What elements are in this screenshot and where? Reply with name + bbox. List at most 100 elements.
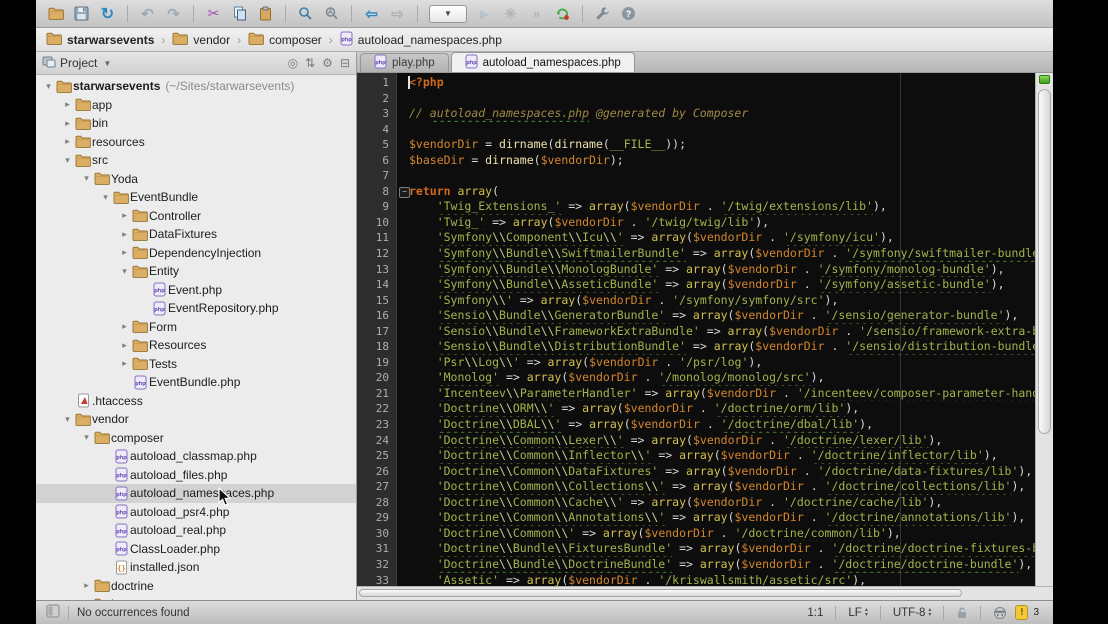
undo-button[interactable]: ↶ bbox=[136, 3, 159, 25]
project-panel-title[interactable]: Project bbox=[60, 56, 97, 70]
inspection-status-indicator[interactable] bbox=[1039, 75, 1050, 84]
collapse-all-icon[interactable]: ⊟ bbox=[340, 56, 350, 70]
tree-row[interactable]: ▸ DependencyInjection bbox=[36, 244, 356, 263]
lock-icon[interactable] bbox=[952, 606, 972, 619]
locate-icon[interactable]: ◎ bbox=[288, 56, 298, 70]
tree-row[interactable]: ▸ doctrine bbox=[36, 577, 356, 596]
editor-tab[interactable]: php autoload_namespaces.php bbox=[450, 52, 635, 72]
tree-row[interactable]: ▸ app bbox=[36, 96, 356, 115]
line-number: 25 bbox=[375, 449, 389, 463]
tree-row[interactable]: ▸ Tests bbox=[36, 355, 356, 374]
tree-arrow-expanded[interactable]: ▾ bbox=[99, 192, 112, 203]
tree-row[interactable]: php autoload_psr4.php bbox=[36, 503, 356, 522]
breadcrumb-item[interactable]: composer bbox=[248, 32, 322, 48]
tree-row[interactable]: ▾ EventBundle bbox=[36, 188, 356, 207]
forward-button[interactable]: ⇨ bbox=[386, 3, 409, 25]
tree-row[interactable]: ▾ Yoda bbox=[36, 170, 356, 189]
scroll-from-source-icon[interactable]: ⇅ bbox=[305, 56, 315, 70]
tree-row[interactable]: ▸ Resources bbox=[36, 336, 356, 355]
vertical-scrollbar-thumb[interactable] bbox=[1038, 89, 1051, 434]
tree-row[interactable]: ▸ Form bbox=[36, 318, 356, 337]
tree-arrow-collapsed[interactable]: ▸ bbox=[118, 340, 131, 351]
tree-row[interactable]: ▾ composer bbox=[36, 429, 356, 448]
inspector-icon[interactable] bbox=[989, 606, 1011, 620]
tree-row[interactable]: php EventBundle.php bbox=[36, 373, 356, 392]
horizontal-scrollbar[interactable] bbox=[357, 586, 1053, 600]
tree-row[interactable]: php autoload_real.php bbox=[36, 521, 356, 540]
tree-row[interactable]: php ClassLoader.php bbox=[36, 540, 356, 559]
tree-row[interactable]: .htaccess bbox=[36, 392, 356, 411]
forward-icon: ⇨ bbox=[391, 5, 404, 23]
tree-arrow-collapsed[interactable]: ▸ bbox=[80, 580, 93, 591]
tree-arrow-collapsed[interactable]: ▸ bbox=[118, 229, 131, 240]
encoding-selector[interactable]: UTF-8 ▴ ▾ bbox=[889, 607, 936, 619]
editor-tab[interactable]: php play.php bbox=[360, 53, 449, 72]
tree-row[interactable]: ▾ src bbox=[36, 151, 356, 170]
update-project-button[interactable] bbox=[551, 3, 574, 25]
vertical-scrollbar[interactable] bbox=[1035, 73, 1053, 587]
tree-arrow-collapsed[interactable]: ▸ bbox=[61, 136, 74, 147]
tree-item-label: app bbox=[92, 97, 113, 112]
run-config-combo[interactable]: ▼ bbox=[429, 4, 467, 23]
run-coverage-button[interactable] bbox=[499, 3, 522, 25]
find-usages-button[interactable] bbox=[320, 3, 343, 25]
chevron-down-icon[interactable]: ▼ bbox=[103, 59, 111, 68]
find-button[interactable] bbox=[294, 3, 317, 25]
breadcrumb-item[interactable]: php autoload_namespaces.php bbox=[340, 31, 502, 49]
tree-row[interactable]: {} installed.json bbox=[36, 558, 356, 577]
status-bar: No occurrences found 1:1 LF ▴ ▾ UTF-8 ▴ ▾! 3 bbox=[36, 600, 1053, 624]
tree-item-label: ClassLoader.php bbox=[130, 541, 221, 556]
tree-arrow-expanded[interactable]: ▾ bbox=[118, 266, 131, 277]
breadcrumb-item[interactable]: starwarsevents bbox=[46, 32, 154, 48]
breadcrumb-label: composer bbox=[269, 32, 322, 47]
tree-row[interactable]: php EventRepository.php bbox=[36, 299, 356, 318]
fold-marker[interactable]: − bbox=[399, 186, 410, 198]
cut-button[interactable]: ✂ bbox=[202, 3, 225, 25]
tree-row[interactable]: ▸ resources bbox=[36, 133, 356, 152]
caret-position[interactable]: 1:1 bbox=[803, 607, 827, 619]
copy-button[interactable] bbox=[228, 3, 251, 25]
tree-arrow-collapsed[interactable]: ▸ bbox=[61, 118, 74, 129]
tree-item-label: Tests bbox=[149, 356, 178, 371]
code-line: 'Sensio\\Bundle\\FrameworkExtraBundle' =… bbox=[436, 323, 1036, 338]
tree-item-label: Resources bbox=[149, 338, 207, 353]
redo-button[interactable]: ↷ bbox=[162, 3, 185, 25]
gear-icon[interactable]: ⚙ bbox=[322, 56, 333, 70]
tree-arrow-expanded[interactable]: ▾ bbox=[61, 155, 74, 166]
tree-row[interactable]: php Event.php bbox=[36, 281, 356, 300]
save-button[interactable] bbox=[70, 3, 93, 25]
breadcrumb-item[interactable]: vendor bbox=[172, 32, 230, 48]
tree-row[interactable]: php autoload_files.php bbox=[36, 466, 356, 485]
tree-arrow-expanded[interactable]: ▾ bbox=[80, 173, 93, 184]
tree-row-selected[interactable]: php autoload_namespaces.php bbox=[36, 484, 356, 503]
run-button[interactable]: ▶ bbox=[473, 3, 496, 25]
tree-arrow-collapsed[interactable]: ▸ bbox=[118, 210, 131, 221]
tree-row[interactable]: ▸ DataFixtures bbox=[36, 225, 356, 244]
tree-arrow-collapsed[interactable]: ▸ bbox=[61, 99, 74, 110]
tree-row[interactable]: ▾ starwarsevents (~/Sites/starwarsevents) bbox=[36, 77, 356, 96]
warning-indicator[interactable]: ! 3 bbox=[1011, 605, 1043, 620]
settings-button[interactable] bbox=[591, 3, 614, 25]
line-ending-selector[interactable]: LF ▴ ▾ bbox=[844, 607, 871, 619]
tree-arrow-collapsed[interactable]: ▸ bbox=[118, 358, 131, 369]
tree-row[interactable]: ▾ Entity bbox=[36, 262, 356, 281]
toggle-toolwindows-icon[interactable] bbox=[46, 604, 60, 621]
horizontal-scrollbar-thumb[interactable] bbox=[359, 589, 962, 597]
paste-button[interactable] bbox=[254, 3, 277, 25]
back-button[interactable]: ⇦ bbox=[360, 3, 383, 25]
tree-arrow-collapsed[interactable]: ▸ bbox=[118, 321, 131, 332]
open-button[interactable] bbox=[44, 3, 67, 25]
code-editor[interactable]: 1 2 3 4 5 6 7 8 9 10 11 12 13 14 15 16 17 18 19 20 21 22 23 24 2… bbox=[357, 73, 1053, 587]
tree-arrow-expanded[interactable]: ▾ bbox=[80, 432, 93, 443]
tree-arrow-expanded[interactable]: ▾ bbox=[42, 81, 55, 92]
tree-row[interactable]: ▸ Controller bbox=[36, 207, 356, 226]
help-button[interactable]: ? bbox=[617, 3, 640, 25]
tree-arrow-expanded[interactable]: ▾ bbox=[61, 414, 74, 425]
sync-button[interactable]: ↻ bbox=[96, 3, 119, 25]
skip-button[interactable]: » bbox=[525, 3, 548, 25]
tree-row[interactable]: ▸ bin bbox=[36, 114, 356, 133]
tree-row[interactable]: ▾ vendor bbox=[36, 410, 356, 429]
tree-row[interactable]: php autoload_classmap.php bbox=[36, 447, 356, 466]
tree-arrow-collapsed[interactable]: ▸ bbox=[118, 247, 131, 258]
